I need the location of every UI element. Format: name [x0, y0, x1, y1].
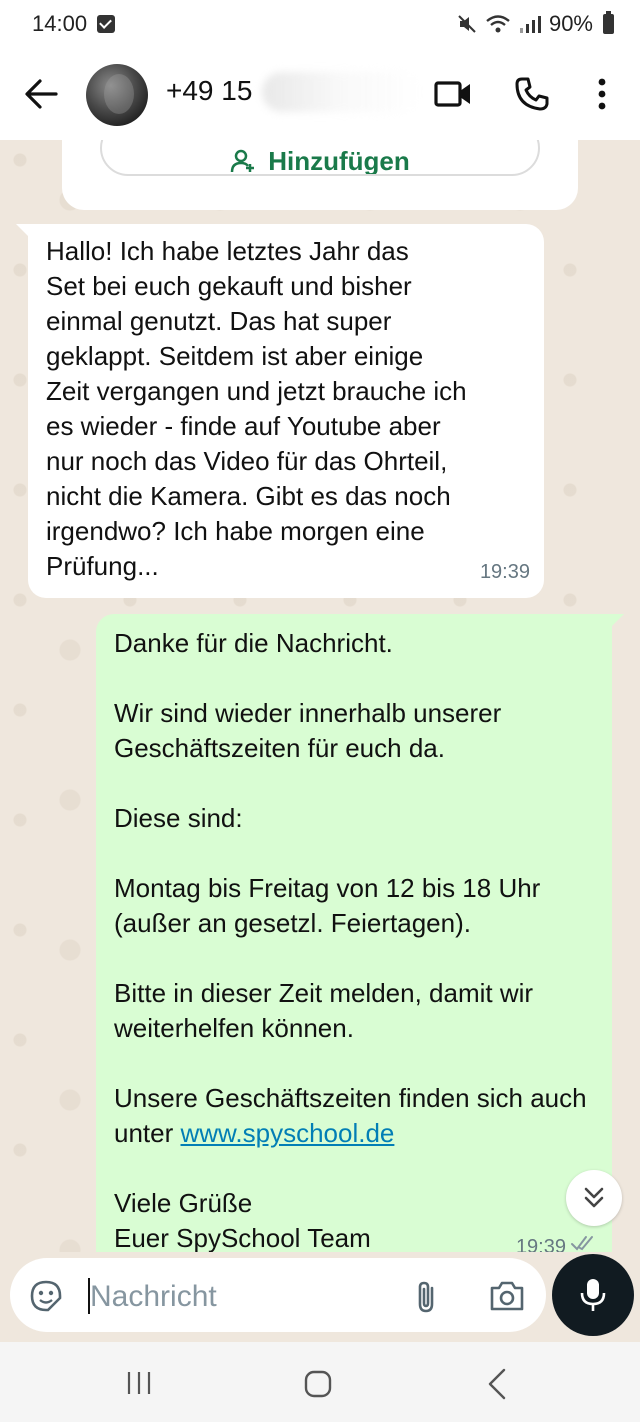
signature-team: Euer SpySchool Team [114, 1223, 371, 1252]
add-contact-label: Hinzufügen [268, 146, 410, 176]
notification-check-icon [97, 15, 116, 33]
signal-icon [519, 16, 541, 33]
system-nav-bar [0, 1342, 640, 1422]
incoming-message-text: Hallo! Ich habe letztes Jahr das Set bei… [46, 236, 467, 581]
chat-header: +49 15 [0, 48, 640, 140]
status-bar: 14:00 90% [0, 0, 640, 48]
message-input[interactable]: Nachricht [10, 1258, 546, 1332]
status-time: 14:00 [32, 11, 88, 36]
mic-button[interactable] [552, 1254, 634, 1336]
wifi-icon [486, 15, 510, 33]
phone-icon[interactable] [514, 76, 550, 112]
mic-icon [580, 1279, 606, 1311]
status-icons: 90% [457, 11, 614, 37]
composer: Nachricht [0, 1252, 640, 1342]
incoming-message-time: 19:39 [479, 561, 530, 583]
outgoing-message-time: 19:39 [515, 1236, 566, 1252]
outgoing-paragraph-link: Unsere Geschäftszeiten finden sich auch … [114, 1081, 594, 1151]
unknown-contact-card: Hinzufügen [62, 140, 578, 210]
outgoing-paragraph: Bitte in dieser Zeit melden, damit wir w… [114, 978, 534, 1043]
outgoing-paragraph: Danke für die Nachricht. [114, 628, 393, 658]
back-icon[interactable] [486, 1368, 510, 1400]
mute-icon [458, 15, 476, 33]
attach-icon[interactable] [412, 1280, 442, 1314]
double-check-icon [571, 1236, 593, 1251]
recents-icon[interactable] [124, 1370, 154, 1396]
redacted-number [262, 72, 422, 112]
camera-icon[interactable] [488, 1280, 526, 1312]
outgoing-message[interactable]: Danke für die Nachricht. Wir sind wieder… [96, 614, 624, 1252]
signature-greeting: Viele Grüße [114, 1188, 253, 1218]
more-vertical-icon[interactable] [592, 76, 612, 112]
double-chevron-down-icon [584, 1187, 604, 1208]
scroll-to-bottom-button[interactable] [566, 1170, 622, 1226]
back-arrow-icon[interactable] [24, 78, 58, 110]
battery-percent: 90% [548, 11, 593, 36]
battery-icon [603, 11, 614, 34]
chat-area[interactable]: Hinzufügen Hallo! Ich habe letztes Jahr … [0, 140, 640, 1252]
sticker-icon[interactable] [30, 1280, 62, 1312]
outgoing-paragraph: Montag bis Freitag von 12 bis 18 Uhr (au… [114, 873, 541, 938]
avatar[interactable] [86, 64, 148, 126]
home-icon[interactable] [304, 1370, 332, 1398]
incoming-message[interactable]: Hallo! Ich habe letztes Jahr das Set bei… [16, 224, 544, 598]
outgoing-paragraph: Wir sind wieder innerhalb unserer Geschä… [114, 698, 502, 763]
add-contact-icon [230, 149, 255, 173]
video-call-icon[interactable] [434, 78, 472, 110]
outgoing-paragraph: Diese sind: [114, 803, 243, 833]
contact-name[interactable]: +49 15 [166, 75, 252, 107]
add-contact-button[interactable]: Hinzufügen [100, 140, 540, 176]
website-link[interactable]: www.spyschool.de [181, 1118, 395, 1148]
message-placeholder: Nachricht [90, 1280, 217, 1313]
